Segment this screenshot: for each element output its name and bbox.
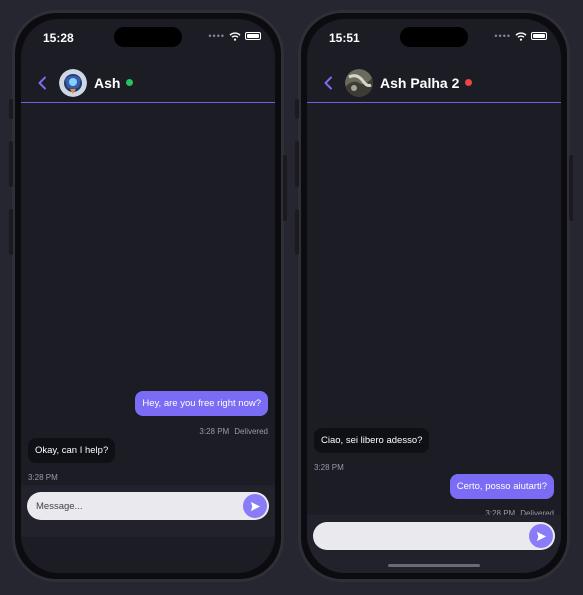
message-bubble-outgoing: Hey, are you free right now? [135, 391, 268, 416]
back-button[interactable] [319, 74, 337, 92]
send-button[interactable] [529, 524, 553, 548]
message-bubble-outgoing: Certo, posso aiutarti? [449, 474, 554, 499]
dynamic-island [114, 27, 182, 47]
composer-bar [21, 485, 275, 573]
status-time: 15:51 [329, 31, 360, 45]
offline-status-dot [465, 79, 473, 86]
back-button[interactable] [33, 74, 51, 92]
status-bar: 15:51 •••• [307, 19, 561, 63]
message-input-container [27, 492, 269, 520]
send-icon [536, 531, 546, 541]
chat-screen-right: 15:51 •••• Ash Palha 2 Ciao, sei libero … [307, 19, 561, 573]
chat-screen-left: 15:28 •••• Ash Hey, are you free right n… [21, 19, 275, 573]
message-time: 3:28 PM [314, 463, 344, 472]
composer-spacer [21, 537, 275, 573]
dynamic-island [400, 27, 468, 47]
message-meta: 3:28 PM [314, 463, 344, 472]
phone-frame-right: 15:51 •••• Ash Palha 2 Ciao, sei libero … [295, 10, 573, 582]
volume-up-button [295, 141, 299, 187]
volume-down-button [9, 209, 13, 255]
home-indicator [388, 564, 480, 567]
phone-frame-left: 15:28 •••• Ash Hey, are you free right n… [9, 10, 287, 582]
photo-avatar-icon[interactable] [345, 68, 373, 97]
message-meta: 3:28 PM Delivered [199, 427, 268, 436]
volume-down-button [295, 209, 299, 255]
astronaut-avatar-icon[interactable] [59, 68, 87, 97]
message-meta: 3:28 PM [28, 473, 58, 482]
message-bubble-incoming: Okay, can I help? [28, 438, 116, 463]
chevron-left-icon [324, 76, 332, 89]
message-input[interactable] [36, 492, 233, 520]
send-button[interactable] [243, 494, 267, 518]
chat-header: Ash [21, 63, 275, 103]
volume-up-button [9, 141, 13, 187]
chat-header: Ash Palha 2 [307, 63, 561, 103]
battery-icon [531, 32, 547, 40]
message-bubble-incoming: Ciao, sei libero adesso? [314, 428, 430, 453]
send-icon [250, 501, 260, 511]
battery-icon [245, 32, 261, 40]
power-button [283, 155, 287, 221]
contact-name: Ash Palha 2 [380, 74, 460, 91]
chevron-left-icon [38, 76, 46, 89]
wifi-icon [229, 31, 241, 41]
action-button [295, 99, 299, 119]
action-button [9, 99, 13, 119]
message-time: 3:28 PM [28, 473, 58, 482]
delivery-status: Delivered [234, 427, 268, 436]
signal-icon: •••• [208, 31, 225, 41]
message-input-container [313, 522, 555, 550]
wifi-icon [515, 31, 527, 41]
message-time: 3:28 PM [199, 427, 230, 436]
status-time: 15:28 [43, 31, 74, 45]
message-input[interactable] [322, 522, 519, 550]
status-bar: 15:28 •••• [21, 19, 275, 63]
online-status-dot [126, 79, 134, 86]
contact-name: Ash [94, 74, 121, 91]
power-button [569, 155, 573, 221]
signal-icon: •••• [494, 31, 511, 41]
